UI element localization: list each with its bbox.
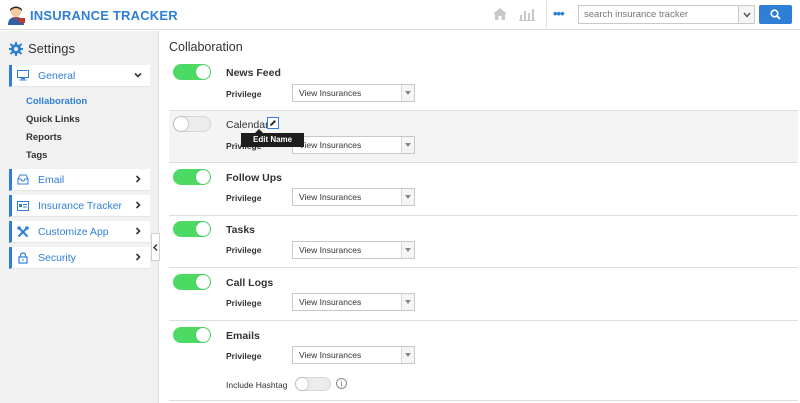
collab-row-calendar: Calendar Privilege View Insurances Edit …: [169, 111, 798, 163]
sidebar-item-label: Security: [38, 251, 76, 264]
include-hashtag-toggle[interactable]: [295, 377, 331, 391]
sidebar-item-general[interactable]: General: [9, 65, 150, 87]
sidebar-subitem-tags[interactable]: Tags: [26, 150, 47, 161]
sidebar-item-label: Insurance Tracker: [38, 199, 123, 212]
collab-row-emails: Emails Privilege View Insurances Include…: [169, 321, 798, 401]
privilege-select[interactable]: View Insurances: [292, 346, 415, 364]
include-hashtag-label: Include Hashtag: [226, 380, 288, 390]
privilege-select[interactable]: View Insurances: [292, 188, 415, 206]
collab-row-call-logs: Call Logs Privilege View Insurances: [169, 268, 798, 321]
sidebar-item-customize-app[interactable]: Customize App: [9, 221, 150, 243]
monitor-icon: [17, 70, 29, 82]
privilege-label: Privilege: [226, 351, 262, 361]
sidebar-item-security[interactable]: Security: [9, 247, 150, 269]
settings-title: Settings: [28, 41, 75, 56]
top-bar: INSURANCE TRACKER •••: [0, 0, 800, 30]
privilege-select-value: View Insurances: [299, 297, 362, 307]
privilege-select-value: View Insurances: [299, 140, 362, 150]
sidebar-item-label: General: [38, 69, 76, 82]
sidebar-collapse-toggle[interactable]: [151, 233, 160, 261]
emails-toggle[interactable]: [173, 327, 211, 343]
sidebar-subitem-reports[interactable]: Reports: [26, 132, 62, 143]
caret-down-icon: [401, 347, 414, 363]
bar-chart-icon[interactable]: [519, 7, 535, 24]
row-title: Emails: [226, 330, 260, 342]
home-icon[interactable]: [492, 7, 508, 24]
privilege-select-value: View Insurances: [299, 88, 362, 98]
chevron-right-icon: [134, 174, 142, 186]
header-divider: [546, 0, 547, 30]
sidebar-item-label: Customize App: [38, 225, 109, 238]
privilege-label: Privilege: [226, 245, 262, 255]
search-input[interactable]: [579, 6, 737, 23]
row-title: News Feed: [226, 67, 281, 79]
more-apps-button[interactable]: •••: [553, 6, 567, 22]
row-title: Tasks: [226, 224, 255, 236]
privilege-select[interactable]: View Insurances: [292, 84, 415, 102]
insurance-agent-logo-icon: [6, 5, 26, 25]
edit-name-tooltip: Edit Name: [241, 129, 305, 147]
sidebar-item-email[interactable]: Email: [9, 169, 150, 191]
gear-icon: [9, 41, 23, 56]
collaboration-panel: Collaboration News Feed Privilege View I…: [160, 31, 800, 403]
pencil-icon: [270, 120, 276, 126]
settings-header: Settings: [9, 41, 75, 56]
chevron-right-icon: [134, 226, 142, 238]
privilege-select-value: View Insurances: [299, 192, 362, 202]
search-scope-dropdown[interactable]: [738, 6, 754, 23]
privilege-label: Privilege: [226, 193, 262, 203]
lock-icon: [17, 251, 29, 264]
edit-name-button[interactable]: [267, 117, 279, 129]
chevron-left-icon: [153, 243, 158, 251]
privilege-label: Privilege: [226, 298, 262, 308]
settings-sidebar: Settings General Collaboration Quick Lin…: [0, 31, 159, 403]
search-button[interactable]: [759, 5, 792, 24]
chevron-down-icon: [742, 12, 751, 18]
page-title: Collaboration: [169, 40, 243, 54]
privilege-select[interactable]: View Insurances: [292, 293, 415, 311]
search-box: [578, 5, 755, 24]
privilege-label: Privilege: [226, 89, 262, 99]
caret-down-icon: [401, 137, 414, 153]
chevron-right-icon: [134, 252, 142, 264]
follow-ups-toggle[interactable]: [173, 169, 211, 185]
caret-down-icon: [401, 242, 414, 258]
caret-down-icon: [401, 189, 414, 205]
app-title: INSURANCE TRACKER: [30, 7, 178, 23]
privilege-select-value: View Insurances: [299, 245, 362, 255]
card-icon: [17, 200, 29, 212]
collab-row-news-feed: News Feed Privilege View Insurances: [169, 59, 798, 111]
sidebar-subitem-quick-links[interactable]: Quick Links: [26, 114, 80, 125]
call-logs-toggle[interactable]: [173, 274, 211, 290]
sidebar-subitem-collaboration[interactable]: Collaboration: [26, 96, 87, 107]
collab-row-follow-ups: Follow Ups Privilege View Insurances: [169, 163, 798, 216]
privilege-select[interactable]: View Insurances: [292, 241, 415, 259]
sidebar-item-label: Email: [38, 173, 65, 186]
tools-icon: [17, 225, 29, 238]
privilege-select[interactable]: View Insurances: [292, 136, 415, 154]
chevron-right-icon: [134, 200, 142, 212]
caret-down-icon: [401, 294, 414, 310]
info-icon[interactable]: i: [336, 378, 347, 389]
brand[interactable]: INSURANCE TRACKER: [6, 5, 178, 25]
row-title: Follow Ups: [226, 172, 282, 184]
inbox-icon: [17, 174, 29, 186]
tasks-toggle[interactable]: [173, 221, 211, 237]
calendar-toggle[interactable]: [173, 116, 211, 132]
search-icon: [770, 9, 781, 20]
privilege-select-value: View Insurances: [299, 350, 362, 360]
sidebar-item-insurance-tracker[interactable]: Insurance Tracker: [9, 195, 150, 217]
caret-down-icon: [401, 85, 414, 101]
collab-row-tasks: Tasks Privilege View Insurances: [169, 216, 798, 268]
row-title: Call Logs: [226, 277, 274, 289]
news-feed-toggle[interactable]: [173, 64, 211, 80]
chevron-down-icon: [134, 70, 142, 82]
